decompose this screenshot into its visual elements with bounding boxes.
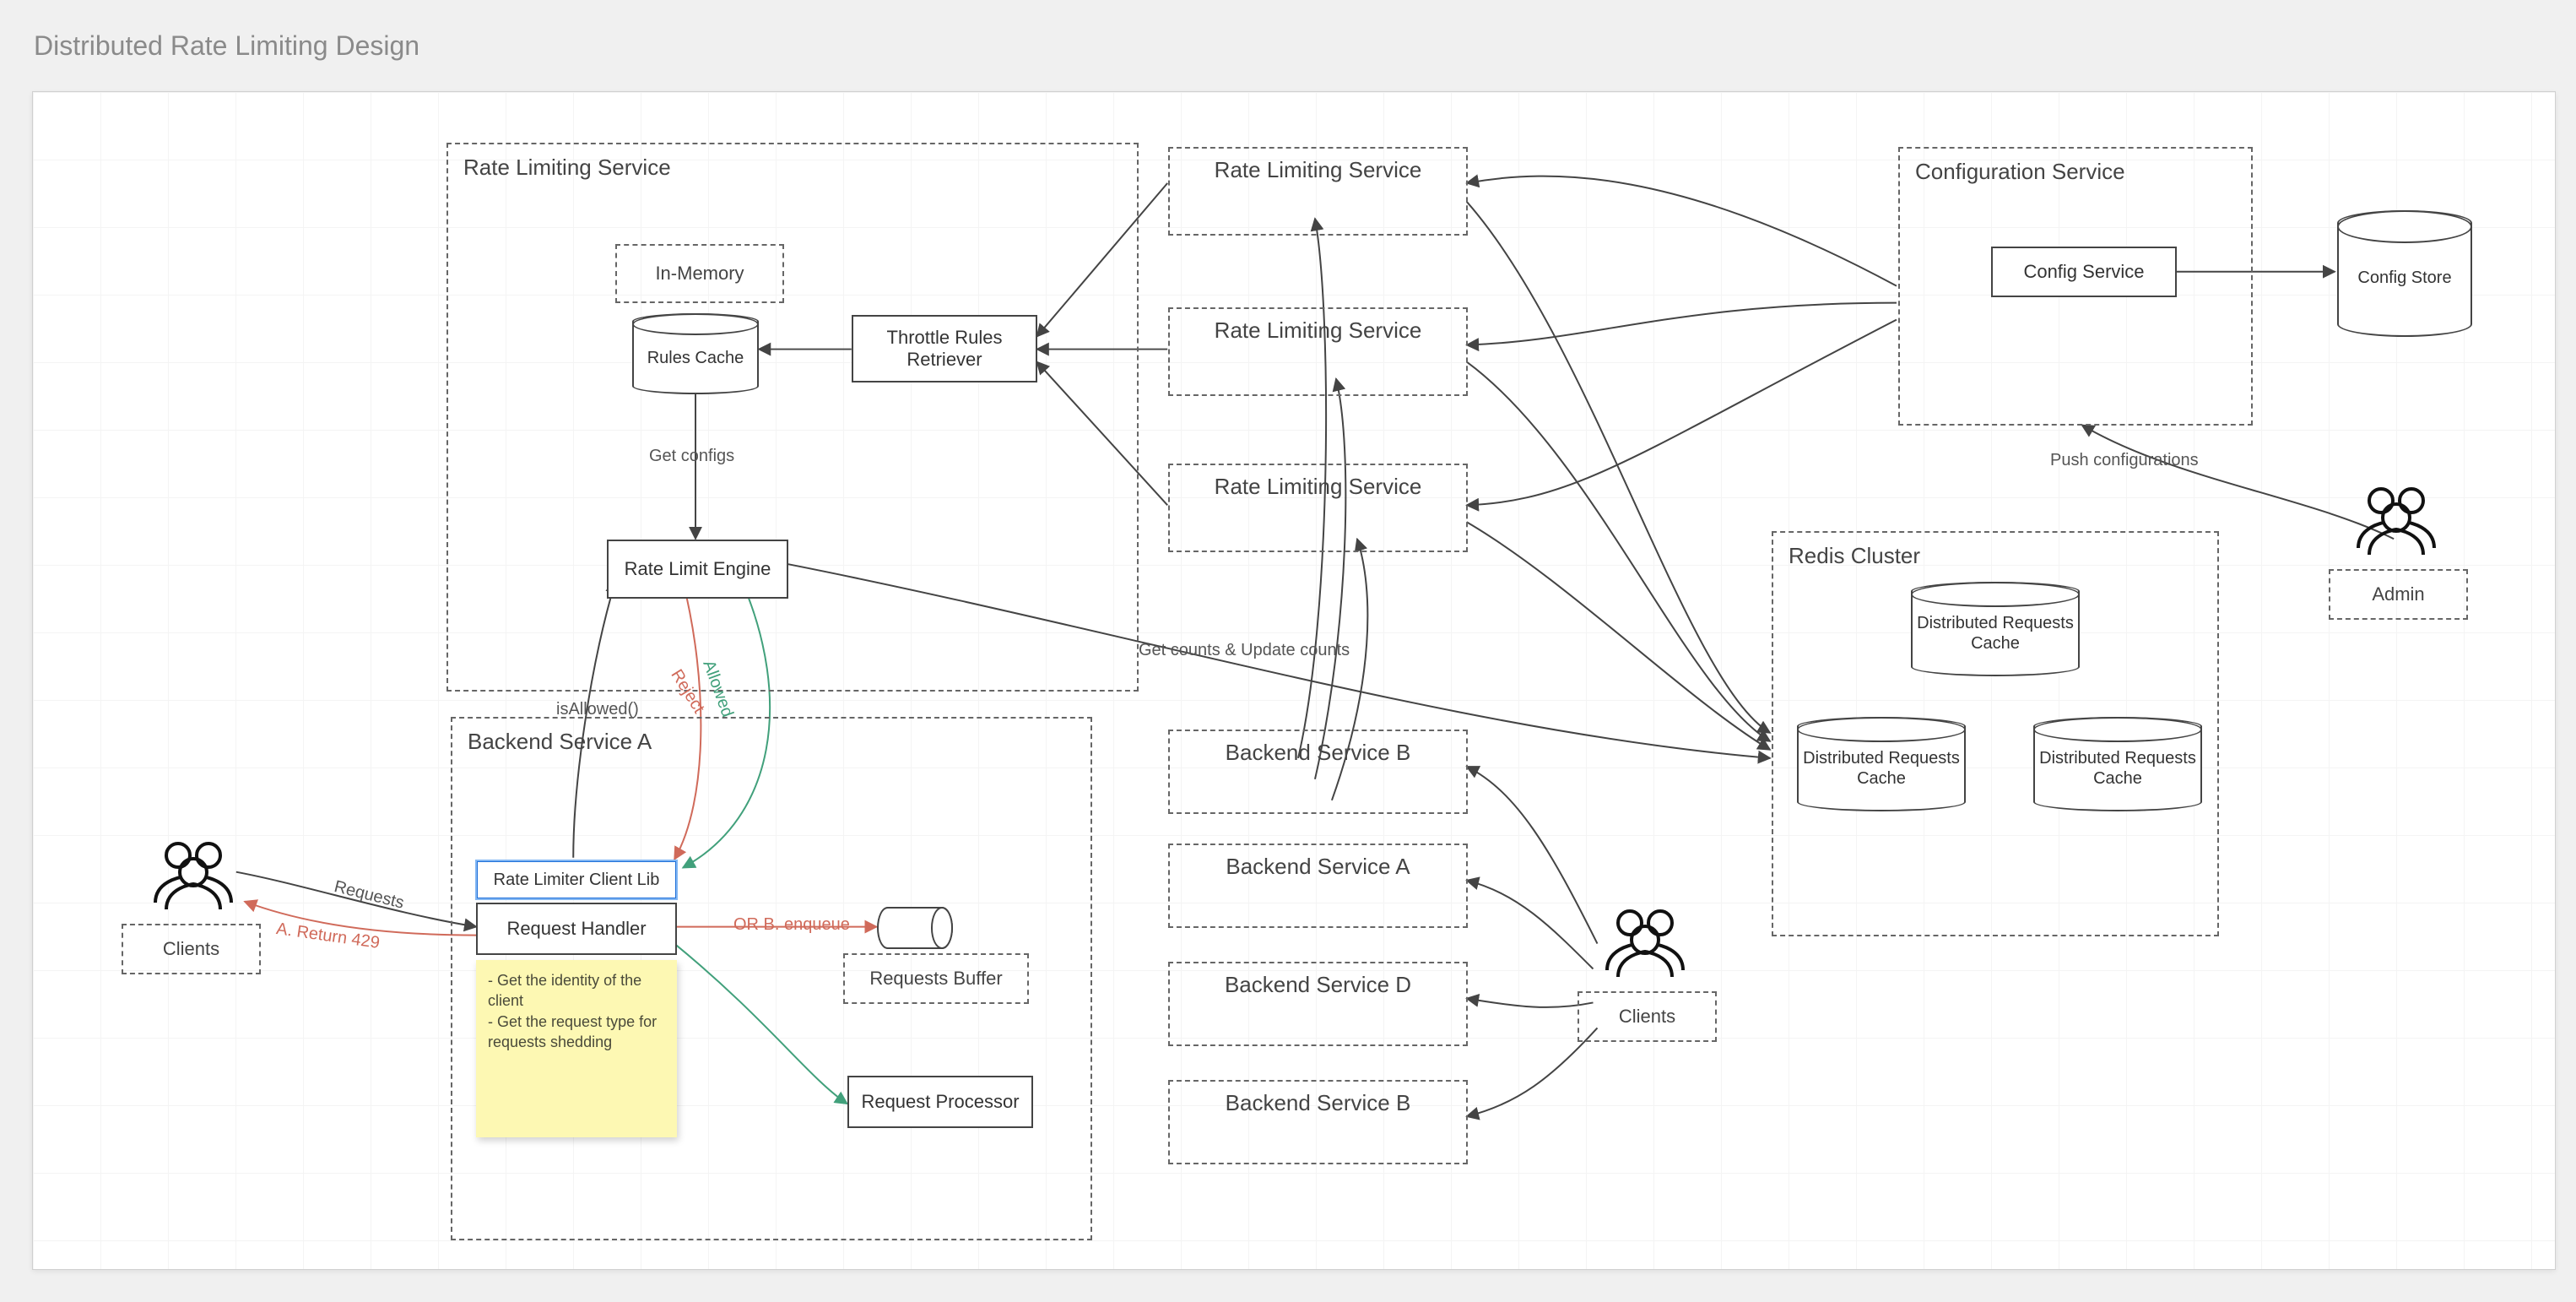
clients-right-label: Clients (1578, 991, 1717, 1042)
ghost-rls-2[interactable]: Rate Limiting Service (1168, 307, 1468, 396)
config-service[interactable]: Config Service (1991, 247, 2177, 297)
buffer-pipe[interactable] (877, 907, 953, 949)
ghost-backend-b1[interactable]: Backend Service B (1168, 730, 1468, 814)
clients-right-actor[interactable] (1594, 903, 1696, 979)
ghost-rls-1[interactable]: Rate Limiting Service (1168, 147, 1468, 236)
request-handler[interactable]: Request Handler (476, 903, 677, 955)
rules-cache[interactable]: Rules Cache (632, 313, 759, 394)
admin-label: Admin (2329, 569, 2468, 620)
clients-left-label: Clients (122, 924, 261, 974)
redis-cache-1[interactable]: Distributed Requests Cache (1911, 582, 2080, 676)
edge-get-counts: Get counts & Update counts (1139, 641, 1350, 660)
group-title: Rate Limiting Service (448, 144, 1137, 191)
request-processor[interactable]: Request Processor (847, 1076, 1033, 1128)
sticky-note[interactable]: - Get the identity of the client - Get t… (476, 960, 677, 1137)
people-icon (2346, 480, 2447, 556)
redis-cache-3[interactable]: Distributed Requests Cache (2033, 717, 2202, 811)
admin-actor[interactable] (2346, 480, 2447, 556)
rate-limit-engine[interactable]: Rate Limit Engine (607, 540, 788, 599)
people-icon (1594, 903, 1696, 979)
redis-cache-2[interactable]: Distributed Requests Cache (1797, 717, 1966, 811)
group-title-redis: Redis Cluster (1773, 533, 2217, 579)
clients-left-actor[interactable] (143, 835, 244, 911)
ghost-backend-b2[interactable]: Backend Service B (1168, 1080, 1468, 1164)
edge-get-configs: Get configs (649, 447, 734, 466)
edge-push-config: Push configurations (2050, 451, 2199, 470)
ghost-rls-3[interactable]: Rate Limiting Service (1168, 464, 1468, 552)
diagram-canvas[interactable]: Rate Limiting Service In-Memory Rules Ca… (32, 91, 2556, 1270)
group-title-config: Configuration Service (1900, 149, 2251, 195)
ghost-backend-a1[interactable]: Backend Service A (1168, 844, 1468, 928)
group-title-backend: Backend Service A (452, 719, 1090, 765)
throttle-rules-retriever[interactable]: Throttle Rules Retriever (852, 315, 1037, 382)
page-title: Distributed Rate Limiting Design (34, 30, 419, 62)
in-memory-label: In-Memory (615, 244, 784, 303)
rate-limiter-client-lib[interactable]: Rate Limiter Client Lib (476, 860, 677, 899)
ghost-backend-d1[interactable]: Backend Service D (1168, 962, 1468, 1046)
people-icon (143, 835, 244, 911)
requests-buffer[interactable]: Requests Buffer (843, 953, 1029, 1004)
config-store[interactable]: Config Store (2337, 210, 2472, 337)
group-rate-limiting-service[interactable]: Rate Limiting Service (446, 143, 1139, 692)
edge-enqueue: OR B. enqueue (733, 915, 850, 935)
